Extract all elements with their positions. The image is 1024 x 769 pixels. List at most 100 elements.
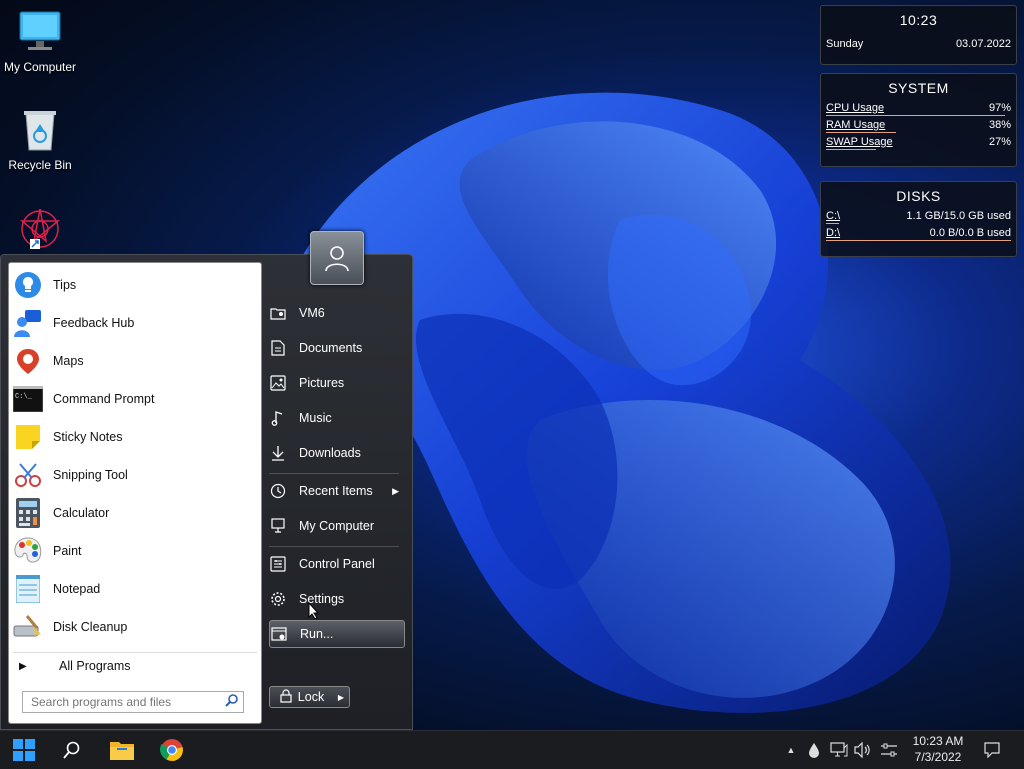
search-icon	[63, 741, 80, 759]
search-input[interactable]	[29, 694, 223, 710]
shutdown-options-arrow[interactable]: ▶	[333, 686, 350, 708]
sliders-icon	[881, 743, 897, 757]
cpu-usage-value: 97%	[988, 102, 1011, 114]
desktop-icon-label: My Computer	[3, 60, 77, 74]
taskbar-file-explorer[interactable]	[98, 731, 146, 769]
tray-droplet[interactable]	[804, 731, 824, 769]
show-hidden-icons-button[interactable]: ▲	[782, 731, 800, 769]
program-label: Tips	[53, 278, 77, 292]
program-feedback-hub[interactable]: Feedback Hub	[13, 305, 257, 341]
program-sticky-notes[interactable]: Sticky Notes	[13, 419, 257, 455]
swap-usage-bar	[826, 149, 876, 150]
place-run[interactable]: Run...	[269, 620, 405, 648]
place-settings[interactable]: Settings	[269, 583, 403, 615]
taskbar: ▲ 10:23 AM 7/3/2022	[0, 730, 1024, 769]
computer-icon	[269, 518, 287, 534]
place-label: My Computer	[299, 519, 375, 533]
user-silhouette-icon	[325, 246, 349, 272]
program-disk-cleanup[interactable]: Disk Cleanup	[13, 609, 257, 645]
place-label: VM6	[299, 306, 325, 320]
triangle-right-icon: ▶	[337, 692, 345, 702]
program-snipping-tool[interactable]: Snipping Tool	[13, 457, 257, 493]
all-programs-button[interactable]: ▶ All Programs	[13, 652, 257, 679]
download-arrow-icon	[269, 445, 287, 461]
place-downloads[interactable]: Downloads	[269, 437, 403, 469]
program-label: Notepad	[53, 582, 101, 596]
swap-usage-row: SWAP Usage 27%	[821, 134, 1016, 151]
triangle-right-icon: ▶	[19, 660, 27, 672]
places-separator	[269, 473, 399, 474]
ram-usage-row: RAM Usage 38%	[821, 117, 1016, 134]
start-menu: Tips Feedback Hub Maps C:\_ Command Prom…	[0, 231, 413, 730]
disks-widget-title: DISKS	[896, 188, 941, 204]
sticky-notes-icon	[13, 422, 43, 452]
program-paint[interactable]: Paint	[13, 533, 257, 569]
taskbar-clock[interactable]: 10:23 AM 7/3/2022	[904, 733, 972, 765]
program-command-prompt[interactable]: C:\_ Command Prompt	[13, 381, 257, 417]
program-maps[interactable]: Maps	[13, 343, 257, 379]
program-label: Paint	[53, 544, 82, 558]
tray-network[interactable]	[828, 731, 850, 769]
user-avatar[interactable]	[310, 231, 364, 285]
place-music[interactable]: Music	[269, 402, 403, 434]
command-prompt-icon: C:\_	[13, 384, 43, 414]
control-panel-icon	[269, 556, 287, 572]
cpu-usage-label: CPU Usage	[826, 102, 885, 114]
clock-widget: 10:23 Sunday 03.07.2022	[820, 5, 1017, 65]
notepad-icon	[13, 574, 43, 604]
program-label: Sticky Notes	[53, 430, 123, 444]
disk-d-bar	[826, 240, 1011, 241]
gear-icon	[269, 591, 287, 607]
search-box[interactable]	[22, 691, 244, 713]
music-note-icon	[269, 410, 287, 426]
notification-center-button[interactable]	[980, 731, 1004, 769]
programs-list: Tips Feedback Hub Maps C:\_ Command Prom…	[8, 262, 262, 724]
desktop-icon-recycle-bin[interactable]: Recycle Bin	[0, 106, 80, 172]
feedback-hub-icon	[13, 308, 43, 338]
program-label: Command Prompt	[53, 392, 155, 406]
place-user-folder[interactable]: VM6	[269, 297, 403, 329]
tips-icon	[13, 270, 43, 300]
cpu-usage-bar	[826, 115, 1005, 116]
place-label: Run...	[300, 627, 334, 641]
widget-time: 10:23	[899, 12, 938, 28]
place-my-computer[interactable]: My Computer	[269, 510, 403, 542]
disk-d-label: D:\	[826, 227, 841, 239]
place-label: Music	[299, 411, 332, 425]
padlock-icon	[280, 688, 292, 706]
droplet-icon	[809, 743, 819, 758]
lock-button[interactable]: Lock	[269, 686, 335, 708]
disk-c-row: C:\ 1.1 GB/15.0 GB used	[821, 208, 1016, 225]
taskbar-chrome[interactable]	[148, 731, 196, 769]
taskbar-search-button[interactable]	[48, 731, 96, 769]
start-button[interactable]	[0, 731, 48, 769]
place-documents[interactable]: Documents	[269, 332, 403, 364]
place-control-panel[interactable]: Control Panel	[269, 548, 403, 580]
folder-icon	[110, 742, 134, 760]
tray-action-options[interactable]	[878, 731, 900, 769]
disk-d-value: 0.0 B/0.0 B used	[929, 227, 1011, 239]
desktop-icon-shortcut[interactable]	[0, 205, 80, 251]
chrome-icon	[160, 739, 183, 761]
user-folder-icon	[269, 305, 287, 321]
calculator-icon	[13, 498, 43, 528]
system-widget-title: SYSTEM	[888, 80, 949, 96]
place-recent-items[interactable]: Recent Items ▶	[269, 475, 403, 507]
program-label: Maps	[53, 354, 84, 368]
program-label: Calculator	[53, 506, 110, 520]
star-app-icon	[16, 205, 64, 253]
program-tips[interactable]: Tips	[13, 267, 257, 303]
place-label: Control Panel	[299, 557, 375, 571]
tray-volume[interactable]	[852, 731, 874, 769]
program-calculator[interactable]: Calculator	[13, 495, 257, 531]
desktop-icon-my-computer[interactable]: My Computer	[0, 8, 80, 74]
place-pictures[interactable]: Pictures	[269, 367, 403, 399]
snipping-tool-icon	[13, 460, 43, 490]
document-icon	[269, 340, 287, 356]
disk-c-bar	[826, 223, 839, 224]
taskbar-time: 10:23 AM	[912, 734, 964, 748]
widget-date: 03.07.2022	[955, 38, 1011, 50]
lock-label: Lock	[297, 690, 325, 704]
cpu-usage-row: CPU Usage 97%	[821, 100, 1016, 117]
program-notepad[interactable]: Notepad	[13, 571, 257, 607]
